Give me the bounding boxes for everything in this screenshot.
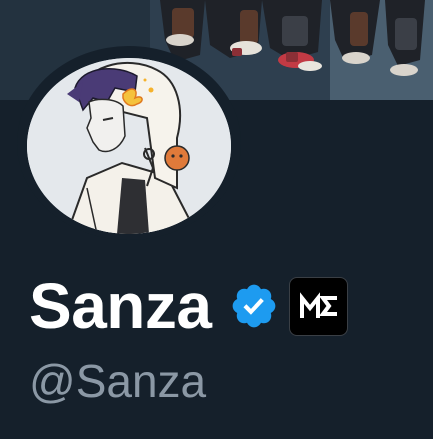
- verified-check-icon[interactable]: [229, 281, 279, 331]
- avatar[interactable]: [27, 58, 231, 234]
- profile-header: Sanza @Sanza: [0, 0, 433, 439]
- avatar-illustration: [27, 58, 231, 234]
- name-row: Sanza: [29, 268, 349, 344]
- display-name: Sanza: [29, 270, 212, 342]
- me-logo-icon[interactable]: [289, 276, 349, 336]
- profile-handle: @Sanza: [29, 355, 207, 407]
